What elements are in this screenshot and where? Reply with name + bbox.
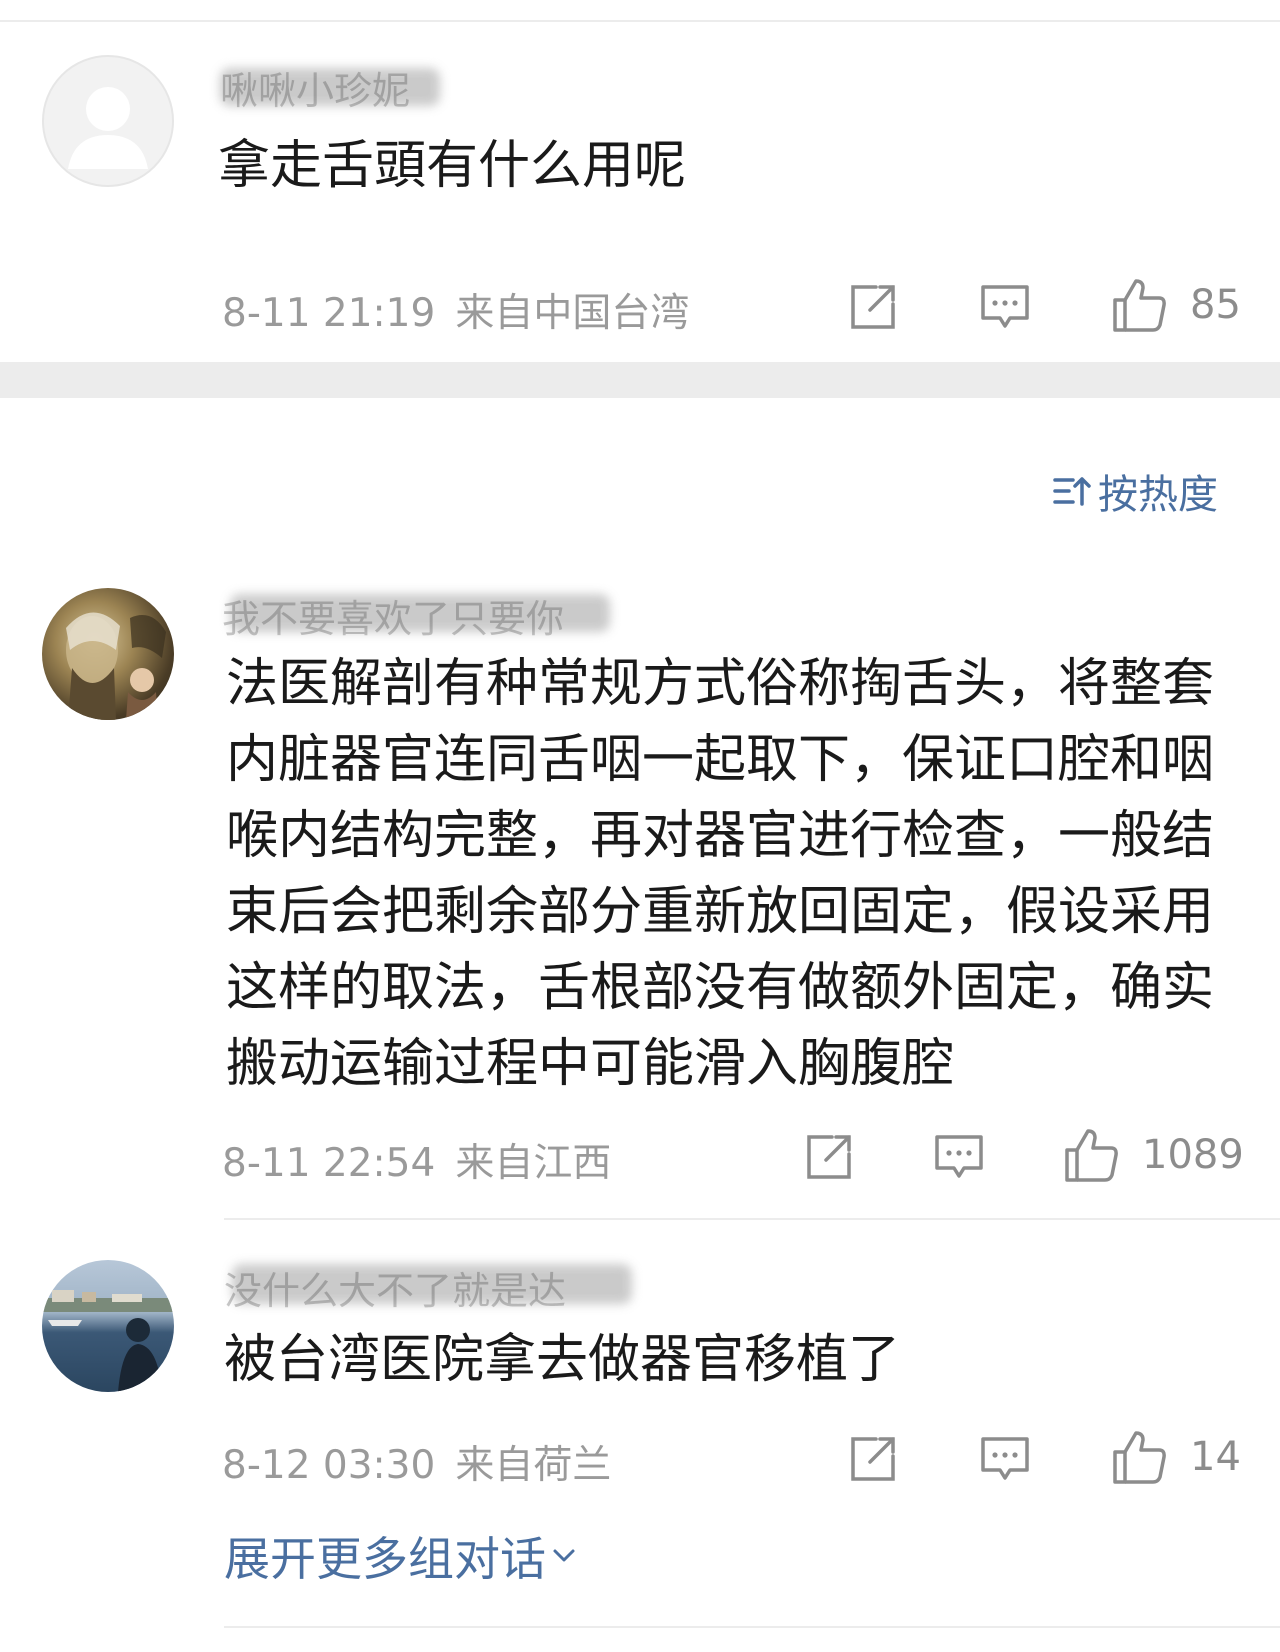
like-icon[interactable] <box>1062 1126 1120 1184</box>
expand-more-button[interactable]: 展开更多组对话 <box>224 1526 578 1586</box>
comment-time: 8-12 03:30 <box>222 1443 436 1488</box>
share-icon[interactable] <box>846 1432 900 1486</box>
comment-text: 拿走舌頭有什么用呢 <box>218 136 687 196</box>
comment-meta: 8-11 21:19 来自中国台湾 <box>222 282 689 338</box>
avatar[interactable] <box>42 1260 174 1392</box>
comment-location: 来自荷兰 <box>455 1443 612 1488</box>
like-icon[interactable] <box>1110 1428 1168 1486</box>
comment-location: 来自中国台湾 <box>455 291 690 336</box>
chevron-down-icon <box>553 1549 575 1562</box>
like-count: 14 <box>1190 1434 1241 1480</box>
like-icon[interactable] <box>1110 276 1168 334</box>
username[interactable]: 我不要喜欢了只要你 <box>222 588 564 643</box>
like-count: 1089 <box>1142 1132 1244 1178</box>
top-divider <box>0 20 1280 22</box>
comment-location: 来自江西 <box>455 1141 612 1186</box>
comment-meta: 8-12 03:30 来自荷兰 <box>222 1434 611 1490</box>
default-avatar-icon <box>68 87 148 169</box>
comment-time: 8-11 21:19 <box>222 291 436 336</box>
avatar[interactable] <box>42 55 174 187</box>
comment-divider <box>224 1218 1280 1220</box>
like-count: 85 <box>1190 282 1241 328</box>
username[interactable]: 没什么大不了就是达 <box>224 1260 566 1315</box>
sort-button[interactable]: 按热度 <box>1052 466 1218 518</box>
section-separator <box>0 362 1280 398</box>
expand-more-label: 展开更多组对话 <box>224 1532 546 1586</box>
sort-icon <box>1053 477 1091 506</box>
avatar[interactable] <box>42 588 174 720</box>
sort-label: 按热度 <box>1098 472 1218 518</box>
bottom-divider <box>224 1626 1280 1628</box>
comment-text: 被台湾医院拿去做器官移植了 <box>224 1330 901 1390</box>
comment-icon[interactable] <box>978 1432 1032 1486</box>
comment-icon[interactable] <box>978 280 1032 334</box>
avatar-image <box>66 612 166 720</box>
username[interactable]: 啾啾小珍妮 <box>220 60 410 115</box>
share-icon[interactable] <box>846 280 900 334</box>
avatar-image <box>42 1290 174 1392</box>
comment-text: 法医解剖有种常规方式俗称掏舌头，将整套内脏器官连同舌咽一起取下，保证口腔和咽喉内… <box>226 654 1215 1094</box>
comment-time: 8-11 22:54 <box>222 1141 436 1186</box>
comment-meta: 8-11 22:54 来自江西 <box>222 1132 611 1188</box>
share-icon[interactable] <box>802 1130 856 1184</box>
comment-icon[interactable] <box>932 1130 986 1184</box>
